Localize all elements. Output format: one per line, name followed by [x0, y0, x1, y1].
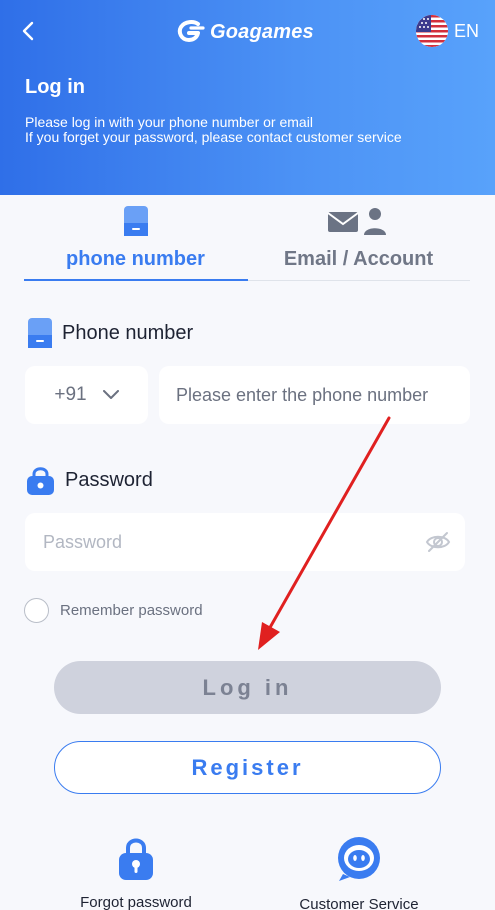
chevron-down-icon	[102, 390, 119, 399]
page-subtitle: Please log in with your phone number or …	[25, 115, 402, 145]
remember-password-checkbox[interactable]	[24, 598, 49, 623]
tab-email-account[interactable]: Email / Account	[247, 200, 470, 280]
tab-phone-number[interactable]: phone number	[24, 200, 248, 281]
password-label-text: Password	[65, 468, 153, 491]
forgot-password-label: Forgot password	[80, 894, 192, 910]
customer-service-icon	[338, 837, 380, 881]
back-icon[interactable]	[16, 18, 40, 44]
header: Goagames EN Log in Please log in with yo…	[0, 0, 495, 195]
email-account-icon	[327, 208, 386, 235]
brand-name: Goagames	[210, 20, 314, 43]
subtitle-line-2: If you forget your password, please cont…	[25, 129, 402, 145]
customer-service-label: Customer Service	[299, 896, 419, 910]
remember-password[interactable]: Remember password	[24, 598, 203, 623]
remember-password-label: Remember password	[60, 602, 203, 619]
page-title: Log in	[25, 76, 85, 98]
customer-service-link[interactable]: Customer Service	[279, 836, 439, 910]
login-method-tabs: phone number Email / Account	[24, 200, 470, 281]
tab-email-account-label: Email / Account	[283, 248, 434, 270]
phone-number-label: Phone number	[28, 318, 193, 348]
language-selector[interactable]: EN	[416, 15, 479, 47]
login-button[interactable]: Log in	[54, 661, 441, 714]
phone-number-input[interactable]	[159, 366, 470, 424]
active-tab-underline	[24, 279, 248, 281]
phone-number-label-text: Phone number	[62, 321, 194, 344]
lock-icon	[119, 838, 153, 880]
password-field	[25, 513, 465, 571]
password-label: Password	[26, 465, 153, 495]
country-code-value: +91	[54, 384, 87, 405]
phone-icon	[28, 318, 52, 348]
password-input[interactable]	[25, 513, 415, 571]
lock-icon	[27, 467, 54, 495]
brand-logo-icon	[177, 20, 205, 42]
register-button[interactable]: Register	[54, 741, 441, 794]
tab-phone-number-label: phone number	[66, 248, 205, 270]
country-code-select[interactable]: +91	[25, 366, 148, 424]
forgot-password-link[interactable]: Forgot password	[56, 836, 216, 910]
brand-logo: Goagames	[176, 18, 314, 46]
us-flag-icon	[416, 15, 448, 47]
phone-icon	[124, 206, 148, 236]
eye-off-icon[interactable]	[425, 530, 451, 554]
language-code: EN	[454, 20, 480, 41]
subtitle-line-1: Please log in with your phone number or …	[25, 114, 313, 130]
